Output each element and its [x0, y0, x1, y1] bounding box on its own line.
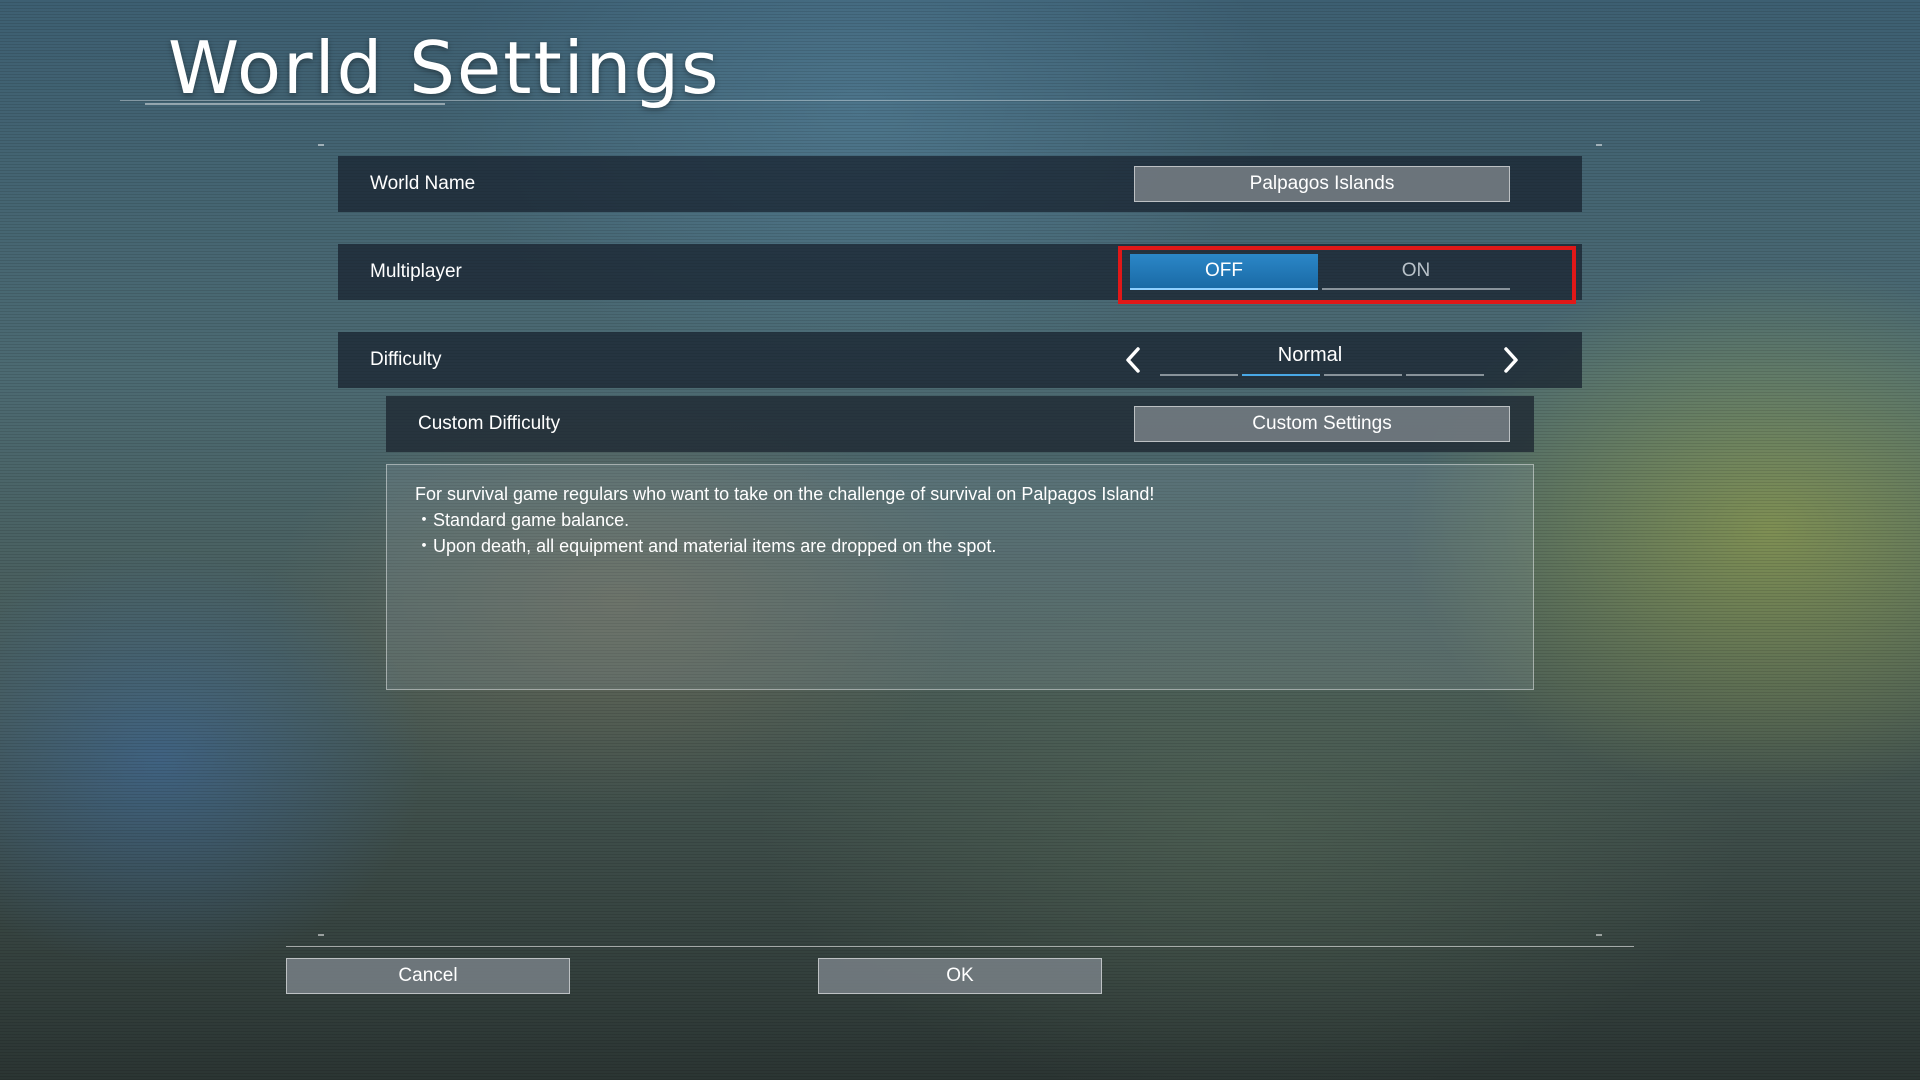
- custom-difficulty-label: Custom Difficulty: [418, 413, 561, 434]
- chevron-left-icon[interactable]: [1118, 344, 1148, 376]
- world-name-row: World Name Palpagos Islands: [338, 156, 1582, 212]
- multiplayer-toggle-highlight: [1118, 246, 1576, 304]
- difficulty-row: Difficulty Normal: [338, 332, 1582, 388]
- ok-button[interactable]: OK: [818, 958, 1102, 994]
- description-line: For survival game regulars who want to t…: [415, 484, 1155, 504]
- world-name-label: World Name: [370, 173, 476, 194]
- difficulty-segment: [1160, 374, 1238, 376]
- title-divider: [120, 100, 1700, 101]
- custom-settings-button[interactable]: Custom Settings: [1134, 406, 1510, 442]
- custom-difficulty-row: Custom Difficulty Custom Settings: [386, 396, 1534, 452]
- description-line: ・Upon death, all equipment and material …: [415, 536, 997, 556]
- difficulty-segment: [1324, 374, 1402, 376]
- panel-corner-tick: [318, 144, 324, 146]
- footer-divider: [286, 946, 1634, 947]
- world-name-field[interactable]: Palpagos Islands: [1134, 166, 1510, 202]
- title-divider-accent: [145, 103, 445, 105]
- panel-corner-tick: [1596, 144, 1602, 146]
- description-line: ・Standard game balance.: [415, 510, 630, 530]
- panel-corner-tick: [1596, 934, 1602, 936]
- chevron-right-icon[interactable]: [1496, 344, 1526, 376]
- multiplayer-label: Multiplayer: [370, 261, 462, 282]
- panel-corner-tick: [318, 934, 324, 936]
- page-title: World Settings: [168, 26, 721, 110]
- cancel-button[interactable]: Cancel: [286, 958, 570, 994]
- difficulty-value: Normal: [1277, 344, 1343, 366]
- difficulty-label: Difficulty: [370, 349, 442, 370]
- difficulty-segment: [1406, 374, 1484, 376]
- difficulty-segment-active: [1242, 374, 1320, 376]
- difficulty-description: For survival game regulars who want to t…: [386, 464, 1534, 690]
